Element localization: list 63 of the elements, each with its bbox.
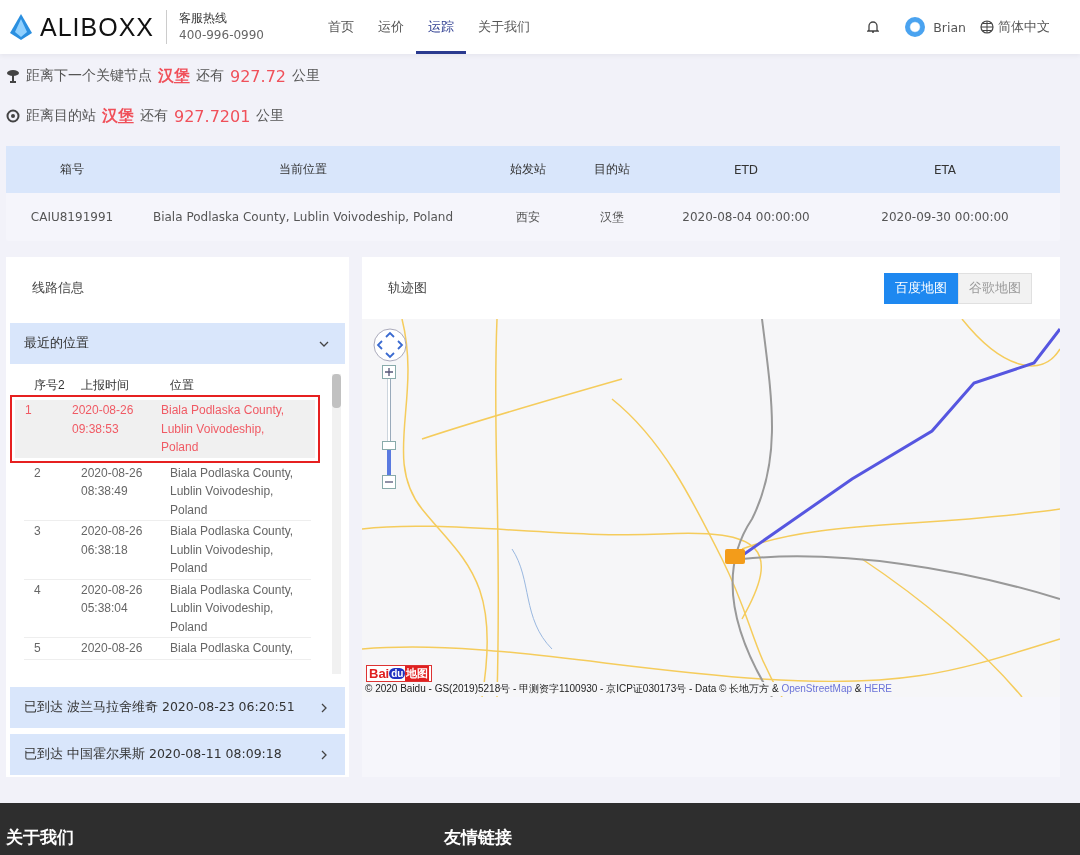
column-header: 序号2 <box>34 377 66 394</box>
column-header: 目的站 <box>593 161 631 178</box>
place-name: 汉堡 <box>158 65 190 87</box>
bell-icon[interactable] <box>867 20 880 34</box>
hotline-label: 客服热线 <box>179 10 228 27</box>
distance-unit: 公里 <box>256 107 285 125</box>
distance-label: 还有 <box>196 67 224 85</box>
column-header: ETD <box>732 162 760 177</box>
footer-heading: 友情链接 <box>444 826 513 849</box>
chevron-right-icon <box>319 702 329 713</box>
nav-tab[interactable]: 运价 <box>366 0 416 54</box>
table-cell-text: 2020-09-30 00:00:00 <box>880 210 1010 224</box>
table-cell-text: 2020-08-04 00:00:00 <box>681 210 811 224</box>
location-row[interactable]: 5 2020-08-26 Biala Podlaska County, <box>24 638 311 660</box>
table-cell-text: 汉堡 <box>599 208 625 226</box>
map-link[interactable]: OpenStreetMap <box>781 683 852 694</box>
logo-icon <box>8 13 34 41</box>
distance-label: 还有 <box>140 107 168 125</box>
hotline-number: 400-996-0990 <box>179 27 264 44</box>
pan-control-icon[interactable] <box>372 327 408 363</box>
distance-label: 距离下一个关键节点 <box>26 67 152 85</box>
zoom-out-icon[interactable] <box>382 475 396 489</box>
table-cell-text: 西安 <box>515 208 541 226</box>
pin-icon <box>6 69 20 83</box>
place-name: 汉堡 <box>102 105 134 127</box>
map-type-tab[interactable]: 百度地图 <box>884 272 958 304</box>
brand-logo: ALIBOXX <box>40 12 154 42</box>
nav-tab[interactable]: 运踪 <box>416 0 466 54</box>
column-header: 始发站 <box>509 161 547 178</box>
column-header: 当前位置 <box>278 161 328 178</box>
distance-label: 距离目的站 <box>26 107 96 125</box>
map-attribution: © 2020 Baidu - GS(2019)5218号 - 甲测资字1100930 - 京ICP证030173号 - Data © 长地万方 & OpenStreetMap & HERE <box>365 682 893 696</box>
collapse-header[interactable]: 已到达 中国霍尔果斯 2020-08-11 08:09:18 <box>10 734 345 775</box>
scrollbar[interactable] <box>332 374 341 674</box>
location-row[interactable]: 4 2020-08-26 05:38:04 Biala Podlaska County, Lublin Voivodeship, Poland <box>24 579 311 638</box>
truck-marker-icon <box>725 549 745 564</box>
location-row[interactable]: 3 2020-08-26 06:38:18 Biala Podlaska County, Lublin Voivodeship, Poland <box>24 521 311 580</box>
map-link[interactable]: HERE <box>864 683 893 694</box>
column-header: 上报时间 <box>81 377 130 394</box>
column-header: ETA <box>932 162 958 177</box>
table-cell-text: Biala Podlaska County, Lublin Voivodeship, Poland <box>151 210 455 224</box>
table-cell-text: CAIU8191991 <box>29 210 115 224</box>
nav-tab[interactable]: 关于我们 <box>466 0 542 54</box>
panel-title: 轨迹图 <box>388 279 427 297</box>
target-icon <box>6 109 20 123</box>
column-header: 位置 <box>170 377 195 394</box>
column-header: 箱号 <box>59 161 85 178</box>
distance-value: 927.7201 <box>174 106 251 126</box>
collapse-header[interactable]: 已到达 波兰马拉舍维奇 2020-08-23 06:20:51 <box>10 687 345 728</box>
zoom-in-icon[interactable] <box>382 365 396 379</box>
distance-value: 927.72 <box>230 66 286 86</box>
footer-heading: 关于我们 <box>6 826 75 849</box>
map-logo: Baidu 地图 <box>366 665 433 682</box>
collapse-header[interactable]: 最近的位置 <box>10 323 345 364</box>
globe-icon[interactable] <box>980 20 994 34</box>
location-row[interactable]: 2 2020-08-26 08:38:49 Biala Podlaska County, Lublin Voivodeship, Poland <box>24 462 311 521</box>
panel-title: 线路信息 <box>32 280 84 295</box>
avatar[interactable] <box>905 17 926 37</box>
user-name[interactable]: Brian <box>933 19 966 35</box>
distance-unit: 公里 <box>292 67 320 85</box>
chevron-right-icon <box>319 749 329 760</box>
language-selector[interactable]: 简体中文 <box>998 18 1050 36</box>
nav-tab[interactable]: 首页 <box>316 0 366 54</box>
